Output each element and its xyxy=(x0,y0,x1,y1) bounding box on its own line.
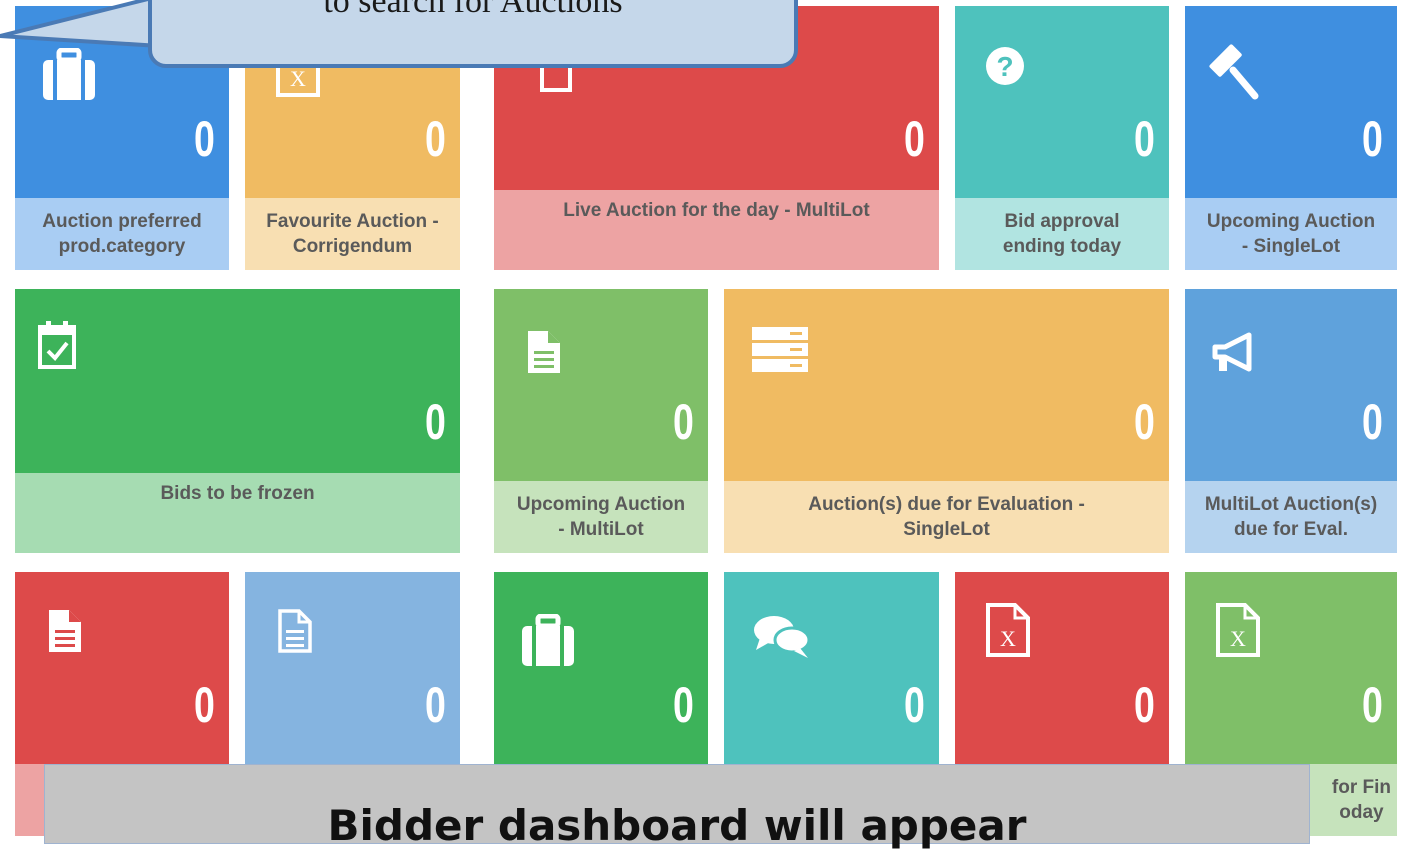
tile-bids-to-be-frozen[interactable]: 0 Bids to be frozen xyxy=(15,289,460,553)
briefcase-icon xyxy=(520,614,576,668)
tile-count: 0 xyxy=(425,677,446,733)
tile-count: 0 xyxy=(194,677,215,733)
tile-upcoming-auction-multilot[interactable]: 0 Upcoming Auction - MultiLot xyxy=(494,289,708,553)
tile-label: MultiLot Auction(s) due for Eval. xyxy=(1185,481,1397,553)
tile-label: Favourite Auction - Corrigendum xyxy=(245,198,460,270)
gavel-icon xyxy=(1203,42,1263,102)
question-circle-icon: ? xyxy=(985,46,1025,86)
tile-count: 0 xyxy=(425,111,446,167)
svg-text:?: ? xyxy=(996,51,1013,82)
callout-text: to search for Auctions xyxy=(323,0,623,20)
tile-count: 0 xyxy=(904,111,925,167)
tile-count: 0 xyxy=(425,394,446,450)
tile-label: Auction(s) due for Evaluation - SingleLo… xyxy=(724,481,1169,553)
tile-bid-approval-ending-today[interactable]: ? 0 Bid approval ending today xyxy=(955,6,1169,270)
tile-label: Bids to be frozen xyxy=(15,473,460,553)
document-icon xyxy=(526,329,562,375)
overlay-text: Bidder dashboard will appear xyxy=(327,801,1027,850)
tile-label: Auction preferred prod.category xyxy=(15,198,229,270)
svg-text:X: X xyxy=(290,66,306,91)
tile-label: Upcoming Auction - SingleLot xyxy=(1185,198,1397,270)
svg-text:X: X xyxy=(1230,626,1246,651)
megaphone-icon xyxy=(1209,331,1261,377)
tile-count: 0 xyxy=(1134,394,1155,450)
tile-auctions-due-evaluation-singlelot[interactable]: 0 Auction(s) due for Evaluation - Single… xyxy=(724,289,1169,553)
tile-upcoming-auction-singlelot[interactable]: 0 Upcoming Auction - SingleLot xyxy=(1185,6,1397,270)
tile-label: Live Auction for the day - MultiLot xyxy=(494,190,939,270)
tile-count: 0 xyxy=(1362,677,1383,733)
excel-file-icon: X xyxy=(985,602,1031,658)
calendar-check-icon xyxy=(37,319,77,371)
chat-bubbles-icon xyxy=(752,612,812,662)
document-outline-icon xyxy=(277,608,313,654)
tile-count: 0 xyxy=(1362,394,1383,450)
tile-count: 0 xyxy=(1134,111,1155,167)
tile-count: 0 xyxy=(194,111,215,167)
excel-file-icon: X xyxy=(1215,602,1261,658)
tile-multilot-auctions-due-eval[interactable]: 0 MultiLot Auction(s) due for Eval. xyxy=(1185,289,1397,553)
tile-count: 0 xyxy=(1134,677,1155,733)
tile-label: Bid approval ending today xyxy=(955,198,1169,270)
callout-bubble: to search for Auctions xyxy=(148,0,798,68)
tile-count: 0 xyxy=(673,394,694,450)
server-icon xyxy=(750,325,810,375)
tile-label: Upcoming Auction - MultiLot xyxy=(494,481,708,553)
document-icon xyxy=(47,608,83,654)
svg-text:X: X xyxy=(1000,626,1016,651)
overlay-caption: Bidder dashboard will appear xyxy=(44,764,1310,850)
tile-count: 0 xyxy=(904,677,925,733)
tile-count: 0 xyxy=(673,677,694,733)
tile-count: 0 xyxy=(1362,111,1383,167)
